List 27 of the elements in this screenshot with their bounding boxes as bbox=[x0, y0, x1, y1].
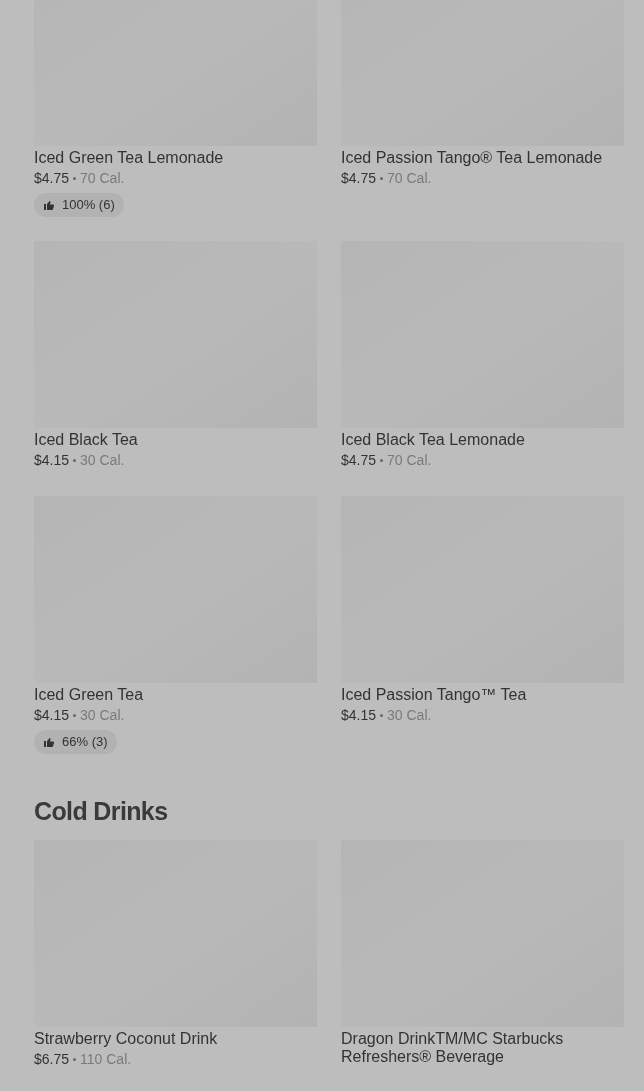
calories: 110 Cal. bbox=[80, 1051, 132, 1068]
price: $4.15 bbox=[341, 707, 377, 724]
calories: 70 Cal. bbox=[387, 452, 432, 469]
price: $4.75 bbox=[341, 452, 377, 469]
item-name[interactable]: Strawberry Coconut Drink bbox=[34, 1030, 317, 1048]
item-name[interactable]: Iced Passion Tango® Tea Lemonade bbox=[341, 149, 624, 167]
item-name[interactable]: Iced Green Tea bbox=[34, 686, 317, 704]
rating-text: 66% (3) bbox=[62, 733, 108, 752]
section-heading: Cold Drinks bbox=[34, 796, 169, 826]
calories: 70 Cal. bbox=[387, 170, 432, 187]
price: $4.75 bbox=[341, 170, 377, 187]
thumbs-up-icon bbox=[43, 736, 55, 748]
price: $4.75 bbox=[34, 170, 70, 187]
thumbs-up-icon bbox=[43, 199, 55, 211]
item-name[interactable]: Iced Green Tea Lemonade bbox=[34, 149, 317, 167]
calories: 30 Cal. bbox=[387, 707, 432, 724]
item-name[interactable]: Dragon DrinkTM/MC Starbucks Refreshers® Beverage bbox=[341, 1030, 624, 1066]
price: $4.15 bbox=[34, 452, 70, 469]
item-name[interactable]: Iced Black Tea bbox=[34, 431, 317, 449]
item-name[interactable]: Iced Passion Tango™ Tea bbox=[341, 686, 624, 704]
price: $6.75 bbox=[34, 1051, 70, 1068]
calories: 70 Cal. bbox=[80, 170, 125, 187]
calories: 30 Cal. bbox=[80, 707, 125, 724]
item-name[interactable]: Iced Black Tea Lemonade bbox=[341, 431, 624, 449]
calories: 30 Cal. bbox=[80, 452, 125, 469]
rating-text: 100% (6) bbox=[62, 196, 115, 215]
price: $4.15 bbox=[34, 707, 70, 724]
